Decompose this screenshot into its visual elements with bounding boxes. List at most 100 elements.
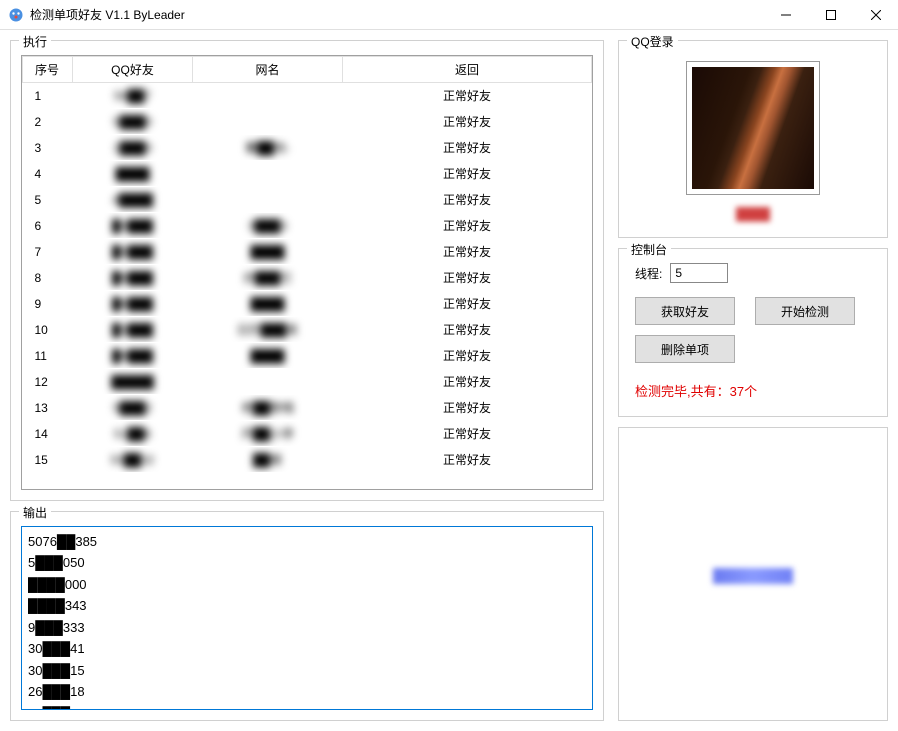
control-title: 控制台 (627, 241, 671, 258)
friends-table-scroll[interactable]: 序号 QQ好友 网名 返回 156██7正常好友25███0正常好友31███0… (22, 56, 592, 489)
cell-name: ████ (193, 239, 343, 265)
login-title: QQ登录 (627, 33, 678, 50)
delete-single-button[interactable]: 删除单项 (635, 335, 735, 363)
get-friends-button[interactable]: 获取好友 (635, 297, 735, 325)
table-row[interactable]: 1555██32██楼正常好友 (23, 447, 592, 473)
table-row[interactable]: 10█3███日历███某正常好友 (23, 317, 592, 343)
col-name[interactable]: 网名 (193, 57, 343, 83)
control-group: 控制台 线程: 获取好友 开始检测 删除单项 检测完毕,共有：37个 (618, 248, 888, 417)
table-row[interactable]: 6█3███3███3正常好友 (23, 213, 592, 239)
cell-qq: 55██32 (73, 447, 193, 473)
thread-row: 线程: (629, 263, 877, 283)
table-header-row: 序号 QQ好友 网名 返回 (23, 57, 592, 83)
cell-seq: 5 (23, 187, 73, 213)
cell-result: 正常好友 (343, 291, 592, 317)
cell-name (193, 161, 343, 187)
thread-input[interactable] (670, 263, 728, 283)
avatar-image (692, 67, 814, 189)
app-icon (8, 7, 24, 23)
friends-table: 序号 QQ好友 网名 返回 156██7正常好友25███0正常好友31███0… (22, 56, 592, 473)
cell-result: 正常好友 (343, 447, 592, 473)
cell-name: ██楼 (193, 447, 343, 473)
cell-seq: 10 (23, 317, 73, 343)
cell-qq: 5███2 (73, 395, 193, 421)
col-result[interactable]: 返回 (343, 57, 592, 83)
cell-name: 开██小李 (193, 421, 343, 447)
cell-name (193, 109, 343, 135)
cell-name: 3███3 (193, 213, 343, 239)
col-qq[interactable]: QQ好友 (73, 57, 193, 83)
table-row[interactable]: 1451██6开██小李正常好友 (23, 421, 592, 447)
cell-qq: 56██7 (73, 83, 193, 109)
close-button[interactable] (853, 0, 898, 30)
cell-seq: 4 (23, 161, 73, 187)
cell-seq: 11 (23, 343, 73, 369)
cell-seq: 1 (23, 83, 73, 109)
col-seq[interactable]: 序号 (23, 57, 73, 83)
status-text: 检测完毕,共有：37个 (629, 381, 877, 400)
table-row[interactable]: 8█6███亦███它正常好友 (23, 265, 592, 291)
output-group: 输出 (10, 511, 604, 721)
table-row[interactable]: 11█9███████正常好友 (23, 343, 592, 369)
cell-name (193, 369, 343, 395)
cell-seq: 6 (23, 213, 73, 239)
cell-result: 正常好友 (343, 213, 592, 239)
cell-result: 正常好友 (343, 187, 592, 213)
window-controls (763, 0, 898, 30)
avatar-wrap: ████ (629, 55, 877, 221)
table-row[interactable]: 4████正常好友 (23, 161, 592, 187)
cell-name (193, 83, 343, 109)
cell-result: 正常好友 (343, 421, 592, 447)
cell-seq: 3 (23, 135, 73, 161)
login-group: QQ登录 ████ (618, 40, 888, 238)
window-title: 检测单项好友 V1.1 ByLeader (30, 6, 763, 23)
cell-name: 老██歌唱 (193, 395, 343, 421)
output-textarea[interactable] (21, 526, 593, 710)
start-check-button[interactable]: 开始检测 (755, 297, 855, 325)
cell-seq: 13 (23, 395, 73, 421)
bottom-group (618, 427, 888, 721)
cell-qq: █████ (73, 369, 193, 395)
table-row[interactable]: 25███0正常好友 (23, 109, 592, 135)
minimize-button[interactable] (763, 0, 808, 30)
cell-result: 正常好友 (343, 135, 592, 161)
button-row-2: 删除单项 (629, 335, 877, 363)
cell-name: ████ (193, 343, 343, 369)
main-content: 执行 序号 QQ好友 网名 返回 156██7正常好友25███0正常好友31█… (0, 30, 898, 731)
execute-title: 执行 (19, 33, 51, 50)
table-row[interactable]: 135███2老██歌唱正常好友 (23, 395, 592, 421)
table-row[interactable]: 156██7 正常好友 (23, 83, 592, 109)
cell-seq: 9 (23, 291, 73, 317)
cell-name: 亦███它 (193, 265, 343, 291)
cell-seq: 14 (23, 421, 73, 447)
cell-qq: █3███ (73, 317, 193, 343)
cell-seq: 12 (23, 369, 73, 395)
cell-result: 正常好友 (343, 265, 592, 291)
cell-result: 正常好友 (343, 83, 592, 109)
cell-result: 正常好友 (343, 109, 592, 135)
maximize-button[interactable] (808, 0, 853, 30)
cell-seq: 15 (23, 447, 73, 473)
cell-result: 正常好友 (343, 239, 592, 265)
table-row[interactable]: 12█████ 正常好友 (23, 369, 592, 395)
table-row[interactable]: 54████ 正常好友 (23, 187, 592, 213)
right-panel: QQ登录 ████ 控制台 线程: 获取好友 开始检测 删除单项 检测完毕,共有… (618, 40, 888, 721)
cell-qq: █6███ (73, 265, 193, 291)
cell-result: 正常好友 (343, 369, 592, 395)
table-row[interactable]: 9█6███████正常好友 (23, 291, 592, 317)
cell-result: 正常好友 (343, 395, 592, 421)
cell-qq: 5███0 (73, 109, 193, 135)
cell-qq: 51██6 (73, 421, 193, 447)
username: ████ (736, 207, 770, 221)
output-title: 输出 (19, 504, 51, 521)
cell-qq: 4████ (73, 187, 193, 213)
table-row[interactable]: 7█5███████正常好友 (23, 239, 592, 265)
friends-table-wrap: 序号 QQ好友 网名 返回 156██7正常好友25███0正常好友31███0… (21, 55, 593, 490)
cell-name: 薯██攻- (193, 135, 343, 161)
left-panel: 执行 序号 QQ好友 网名 返回 156██7正常好友25███0正常好友31█… (10, 40, 604, 721)
table-row[interactable]: 31███0薯██攻-正常好友 (23, 135, 592, 161)
execute-group: 执行 序号 QQ好友 网名 返回 156██7正常好友25███0正常好友31█… (10, 40, 604, 501)
cell-seq: 8 (23, 265, 73, 291)
avatar[interactable] (686, 61, 820, 195)
cell-qq: █9███ (73, 343, 193, 369)
